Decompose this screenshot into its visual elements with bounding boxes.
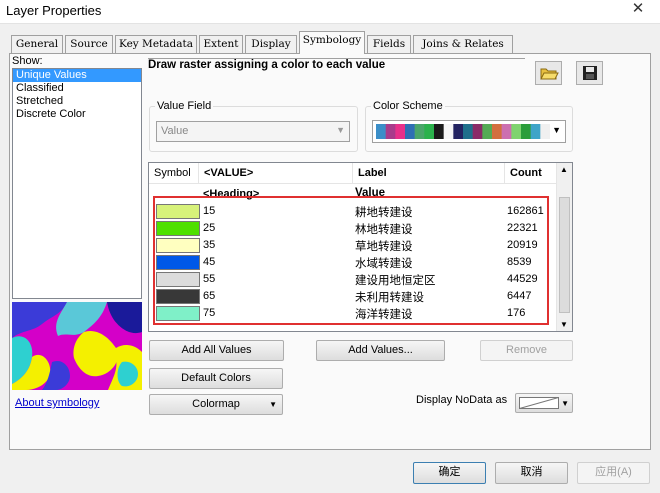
color-ramp-swatch bbox=[405, 124, 415, 139]
show-item-unique-values[interactable]: Unique Values bbox=[13, 69, 141, 82]
tab-extent[interactable]: Extent bbox=[199, 35, 243, 53]
value-field-dropdown[interactable]: Value ▼ bbox=[156, 121, 350, 142]
tab-source[interactable]: Source bbox=[65, 35, 113, 53]
column-header-count[interactable]: Count bbox=[505, 163, 557, 184]
tab-fields[interactable]: Fields bbox=[367, 35, 411, 53]
symbology-thumbnail-image bbox=[12, 302, 142, 390]
color-ramp-swatch bbox=[540, 124, 550, 139]
title-bar: Layer Properties ✕ bbox=[0, 0, 660, 24]
color-ramp-swatch bbox=[443, 124, 454, 139]
close-icon[interactable]: ✕ bbox=[626, 0, 650, 18]
color-ramp-swatch bbox=[385, 124, 396, 139]
scrollbar-thumb[interactable] bbox=[559, 197, 570, 313]
save-button[interactable] bbox=[576, 61, 603, 85]
renderer-description: Draw raster assigning a color to each va… bbox=[148, 58, 525, 82]
remove-button[interactable]: Remove bbox=[480, 340, 573, 361]
color-ramp-preview bbox=[376, 124, 550, 139]
color-ramp-swatch bbox=[376, 124, 386, 139]
show-item-stretched[interactable]: Stretched bbox=[13, 95, 141, 108]
show-item-discrete-color[interactable]: Discrete Color bbox=[13, 108, 141, 121]
open-folder-button[interactable] bbox=[535, 61, 562, 85]
color-scheme-dropdown[interactable]: ▼ bbox=[372, 120, 566, 143]
nodata-color-dropdown[interactable]: ▼ bbox=[515, 393, 573, 413]
colormap-label: Colormap bbox=[192, 398, 240, 410]
show-label: Show: bbox=[12, 55, 43, 67]
nodata-swatch-icon bbox=[519, 397, 559, 409]
value-field-value: Value bbox=[161, 125, 189, 137]
cancel-button[interactable]: 取消 bbox=[495, 462, 568, 484]
column-header-label[interactable]: Label bbox=[353, 163, 505, 184]
scroll-down-icon[interactable]: ▼ bbox=[560, 320, 568, 329]
tab-key-metadata[interactable]: Key Metadata bbox=[115, 35, 197, 53]
floppy-disk-icon bbox=[583, 66, 597, 80]
window-title: Layer Properties bbox=[6, 3, 102, 18]
color-ramp-swatch bbox=[434, 124, 444, 139]
color-ramp-swatch bbox=[453, 124, 464, 139]
chevron-down-icon: ▼ bbox=[336, 125, 345, 135]
color-ramp-swatch bbox=[395, 124, 406, 139]
color-ramp-swatch bbox=[463, 124, 473, 139]
colormap-button[interactable]: Colormap ▼ bbox=[149, 394, 283, 415]
tab-joins-relates[interactable]: Joins & Relates bbox=[413, 35, 513, 53]
nodata-label: Display NoData as bbox=[416, 394, 508, 406]
color-ramp-swatch bbox=[482, 124, 493, 139]
default-colors-button[interactable]: Default Colors bbox=[149, 368, 283, 389]
color-scheme-label: Color Scheme bbox=[371, 100, 445, 112]
scroll-up-icon[interactable]: ▲ bbox=[560, 165, 568, 174]
value-field-label: Value Field bbox=[155, 100, 214, 112]
about-symbology-link[interactable]: About symbology bbox=[15, 397, 99, 409]
column-header-symbol[interactable]: Symbol bbox=[149, 163, 199, 184]
highlight-box bbox=[153, 196, 549, 325]
color-ramp-swatch bbox=[492, 124, 502, 139]
color-ramp-swatch bbox=[501, 124, 512, 139]
tab-general[interactable]: General bbox=[11, 35, 63, 53]
ok-button[interactable]: 确定 bbox=[413, 462, 486, 484]
show-list[interactable]: Unique Values Classified Stretched Discr… bbox=[12, 68, 142, 299]
table-scrollbar[interactable]: ▲ ▼ bbox=[556, 163, 572, 331]
color-ramp-swatch bbox=[511, 124, 522, 139]
add-values-button[interactable]: Add Values... bbox=[316, 340, 445, 361]
color-ramp-swatch bbox=[472, 124, 483, 139]
chevron-down-icon: ▼ bbox=[561, 399, 569, 408]
chevron-down-icon: ▼ bbox=[552, 125, 561, 135]
chevron-down-icon: ▼ bbox=[269, 400, 277, 409]
color-ramp-swatch bbox=[530, 124, 541, 139]
column-header-value[interactable]: <VALUE> bbox=[199, 163, 353, 184]
apply-button[interactable]: 应用(A) bbox=[577, 462, 650, 484]
color-ramp-swatch bbox=[424, 124, 435, 139]
folder-open-icon bbox=[540, 68, 559, 80]
color-ramp-swatch bbox=[414, 124, 425, 139]
tab-symbology[interactable]: Symbology bbox=[299, 31, 365, 54]
tab-display[interactable]: Display bbox=[245, 35, 297, 53]
color-ramp-swatch bbox=[521, 124, 531, 139]
add-all-values-button[interactable]: Add All Values bbox=[149, 340, 284, 361]
show-item-classified[interactable]: Classified bbox=[13, 82, 141, 95]
